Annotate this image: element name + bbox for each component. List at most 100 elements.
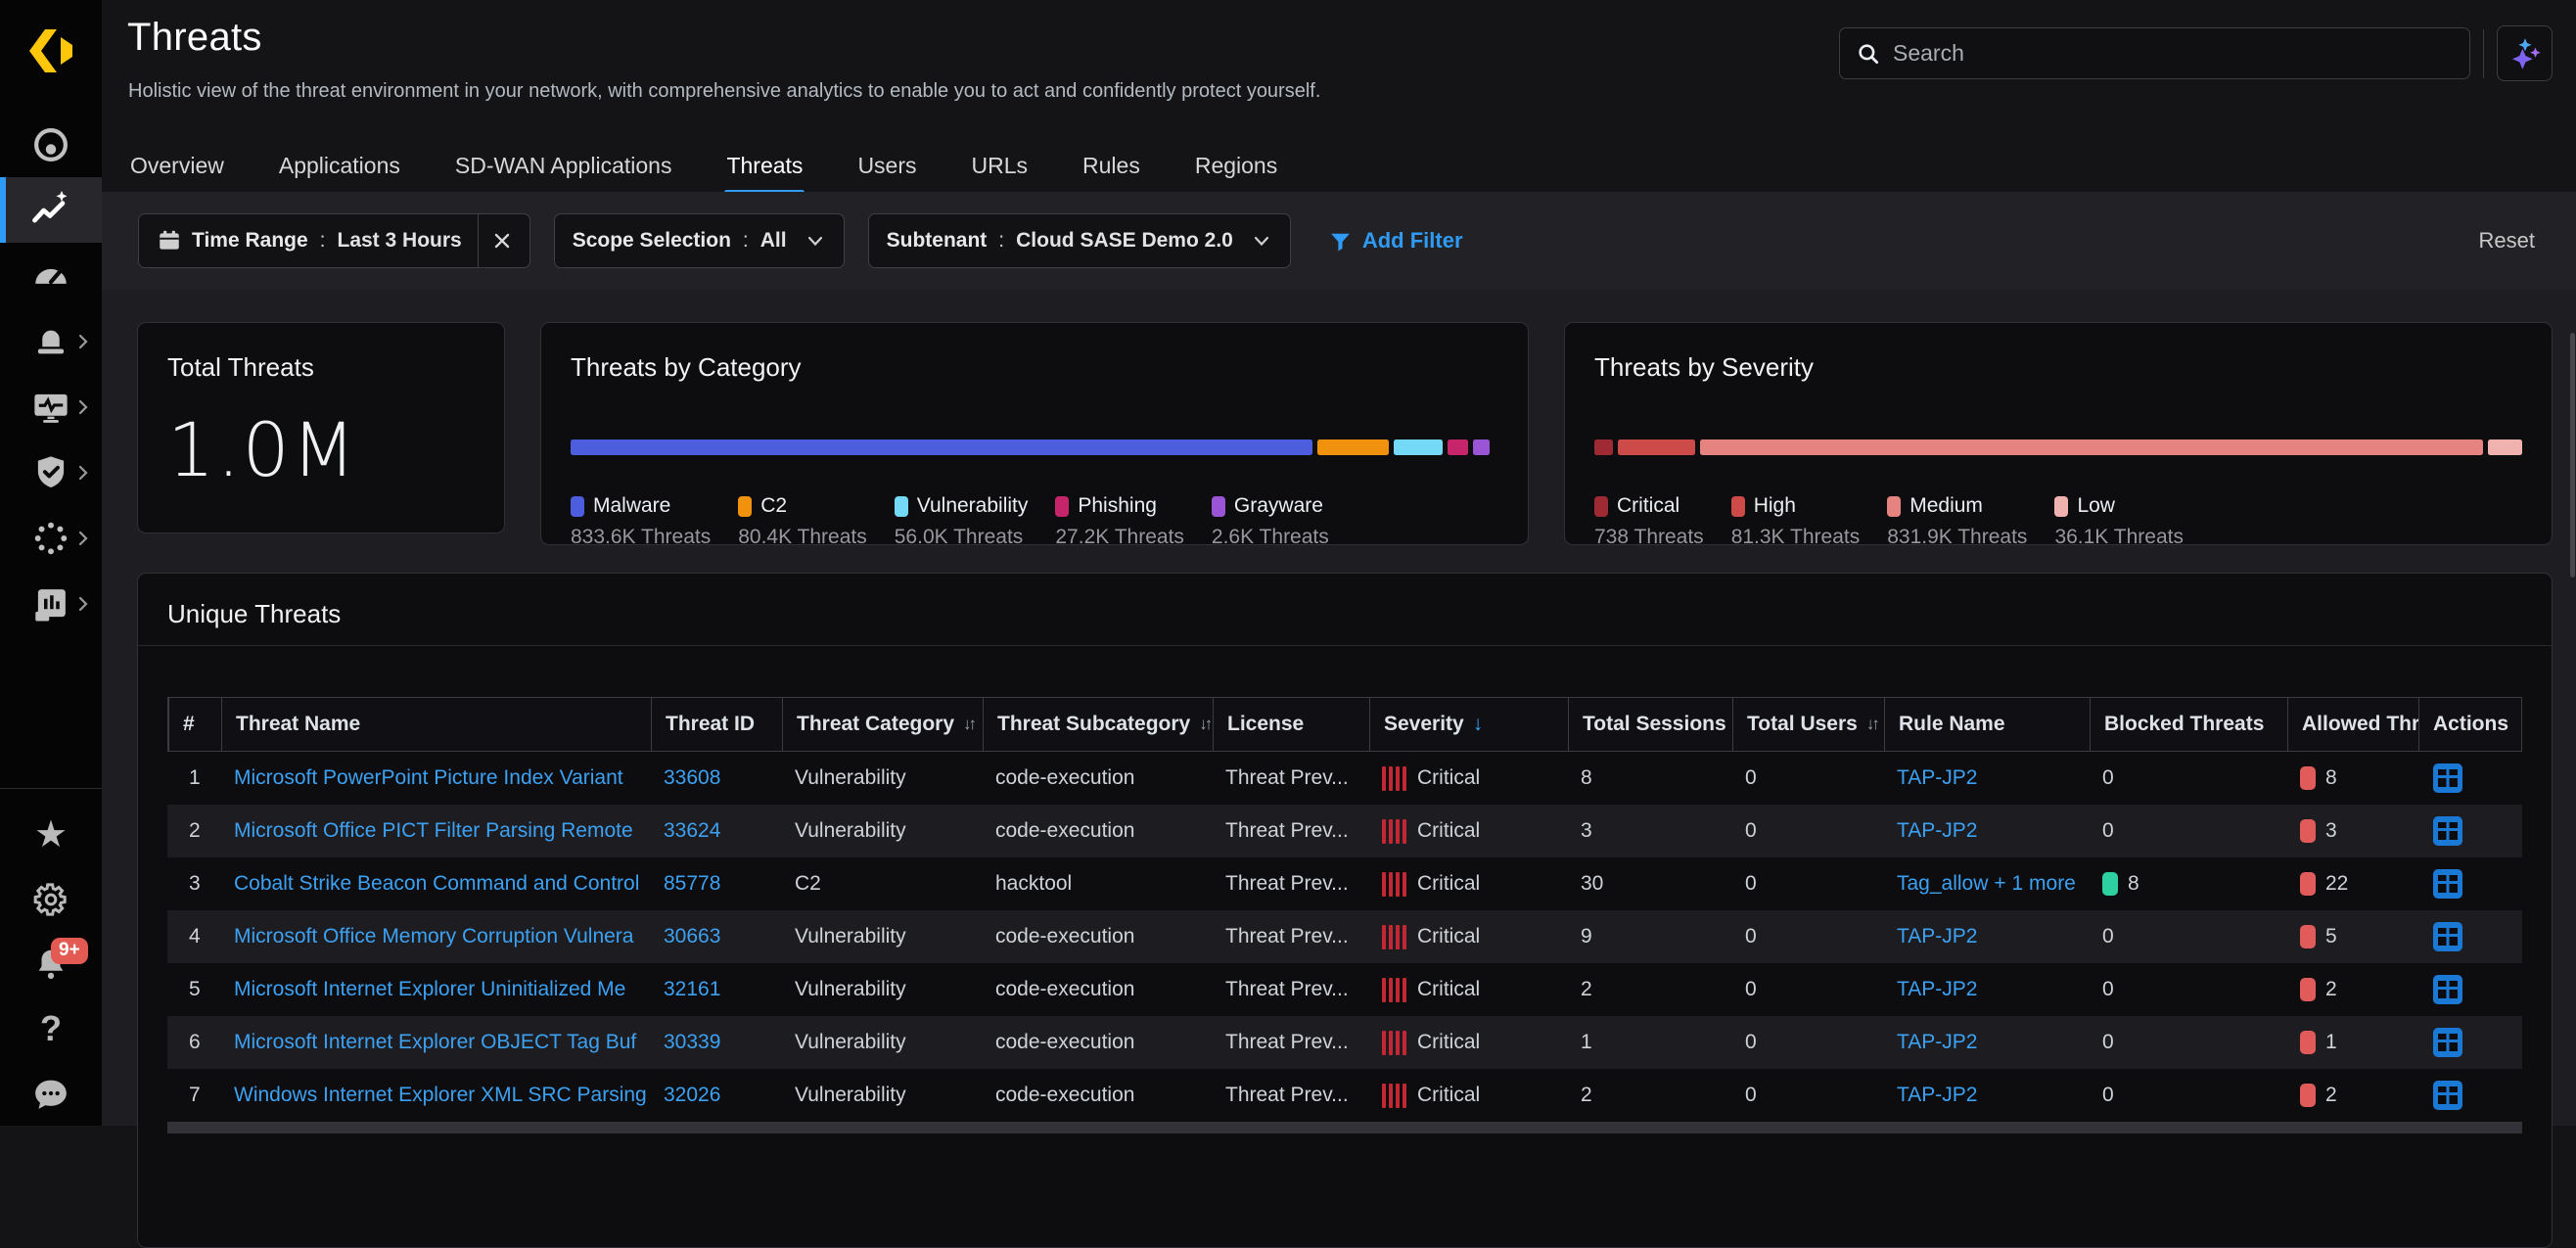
license: Threat Prev...: [1212, 857, 1368, 910]
rule-name-link[interactable]: TAP-JP2: [1897, 1084, 1977, 1107]
bar-segment: [571, 439, 1312, 455]
search-input[interactable]: [1893, 40, 2454, 67]
threat-id-link[interactable]: 30663: [664, 925, 720, 948]
threat-category: Vulnerability: [781, 910, 982, 963]
reset-filters-button[interactable]: Reset: [2479, 228, 2535, 254]
sidebar-item-help[interactable]: ?: [0, 996, 102, 1061]
bar-segment: [1473, 439, 1489, 455]
tab[interactable]: Applications: [277, 143, 402, 195]
actions-grid-icon[interactable]: [2431, 920, 2464, 953]
threat-name-link[interactable]: Microsoft Office PICT Filter Parsing Rem…: [234, 819, 633, 843]
scope-selection-filter-chip[interactable]: Scope Selection : All: [554, 213, 845, 268]
filter-label: Time Range: [192, 229, 308, 253]
tab[interactable]: Regions: [1193, 143, 1279, 195]
actions-grid-icon[interactable]: [2431, 814, 2464, 848]
filter-separator: :: [998, 229, 1004, 253]
column-header[interactable]: Threat Name ↓↑ ↓: [221, 698, 651, 751]
threat-name-link[interactable]: Windows Internet Explorer XML SRC Parsin…: [234, 1084, 647, 1107]
sidebar-item-settings[interactable]: [0, 867, 102, 932]
card-title: Total Threats: [167, 352, 475, 383]
threat-name-link[interactable]: Cobalt Strike Beacon Command and Control: [234, 872, 639, 896]
rule-more-link[interactable]: + 1 more: [1994, 872, 2075, 896]
dashboard-icon: [30, 255, 71, 297]
table-body: 1 Microsoft PowerPoint Picture Index Var…: [167, 752, 2522, 1122]
legend-item: Malware 833.6K Threats: [571, 494, 711, 549]
sidebar-item-activity-insights[interactable]: [0, 177, 102, 243]
threat-name-link[interactable]: Microsoft PowerPoint Picture Index Varia…: [234, 766, 623, 790]
tab[interactable]: Threats: [724, 143, 805, 195]
sidebar-item-alerts[interactable]: [0, 308, 102, 374]
rule-name-link[interactable]: TAP-JP2: [1897, 819, 1977, 843]
chevron-down-icon: [1251, 230, 1272, 252]
global-search[interactable]: [1839, 27, 2470, 79]
rule-name-link[interactable]: TAP-JP2: [1897, 766, 1977, 790]
column-header[interactable]: Total Users ↓↑ ↓: [1732, 698, 1884, 751]
sidebar-item-workflows[interactable]: [0, 505, 102, 571]
actions-grid-icon[interactable]: [2431, 762, 2464, 795]
actions-grid-icon[interactable]: [2431, 1026, 2464, 1059]
license: Threat Prev...: [1212, 752, 1368, 805]
page-subtitle: Holistic view of the threat environment …: [128, 80, 1320, 103]
tab[interactable]: Overview: [128, 143, 226, 195]
rule-name-link[interactable]: Tag_allow: [1897, 872, 1988, 896]
actions-grid-icon[interactable]: [2431, 867, 2464, 901]
legend-swatch: [1731, 496, 1745, 517]
column-header[interactable]: Allowed Threats ↓↑ ↓: [2287, 698, 2418, 751]
sidebar-item-dashboard[interactable]: [0, 243, 102, 308]
sidebar-item-reports[interactable]: [0, 571, 102, 636]
allowed-count: 5: [2325, 925, 2337, 948]
column-header[interactable]: Total Sessions ↓↑ ↓: [1568, 698, 1732, 751]
column-header[interactable]: Threat Subcategory ↓↑ ↓: [983, 698, 1213, 751]
subtenant-filter-chip[interactable]: Subtenant : Cloud SASE Demo 2.0: [868, 213, 1291, 268]
threat-id-link[interactable]: 33624: [664, 819, 720, 843]
threat-subcategory: code-execution: [982, 963, 1212, 1016]
threat-id-link[interactable]: 32161: [664, 978, 720, 1001]
sidebar-item-radar[interactable]: [0, 112, 102, 177]
add-filter-button[interactable]: Add Filter: [1328, 228, 1463, 254]
rule-name-link[interactable]: TAP-JP2: [1897, 925, 1977, 948]
sidebar-item-chat[interactable]: [0, 1061, 102, 1126]
legend-item: Low 36.1K Threats: [2054, 494, 2184, 549]
column-header[interactable]: Threat ID ↓↑ ↓: [651, 698, 782, 751]
actions-grid-icon[interactable]: [2431, 1079, 2464, 1112]
panw-logo[interactable]: [23, 23, 78, 78]
legend-item: Medium 831.9K Threats: [1887, 494, 2027, 549]
tab[interactable]: Rules: [1081, 143, 1142, 195]
column-header[interactable]: Actions ↓↑ ↓: [2418, 698, 2525, 751]
column-header[interactable]: Rule Name ↓↑ ↓: [1884, 698, 2090, 751]
sidebar-item-favorites[interactable]: ★: [0, 803, 102, 867]
threat-name-link[interactable]: Microsoft Internet Explorer Uninitialize…: [234, 978, 625, 1001]
rule-name-link[interactable]: TAP-JP2: [1897, 1031, 1977, 1054]
vertical-scrollbar[interactable]: [2570, 333, 2575, 578]
column-header[interactable]: Threat Category ↓↑ ↓: [782, 698, 983, 751]
time-range-filter-chip[interactable]: Time Range : Last 3 Hours: [138, 213, 530, 268]
sidebar-item-security-posture[interactable]: [0, 439, 102, 505]
threat-name-link[interactable]: Microsoft Office Memory Corruption Vulne…: [234, 925, 633, 948]
threat-id-link[interactable]: 85778: [664, 872, 720, 896]
sidebar-item-notifications[interactable]: 9+: [0, 932, 102, 996]
threat-id-link[interactable]: 30339: [664, 1031, 720, 1054]
threat-id-link[interactable]: 33608: [664, 766, 720, 790]
tab[interactable]: Users: [855, 143, 918, 195]
tab[interactable]: URLs: [970, 143, 1031, 195]
tab[interactable]: SD-WAN Applications: [453, 143, 674, 195]
column-header[interactable]: # ↓↑ ↓: [168, 698, 221, 751]
rule-name-link[interactable]: TAP-JP2: [1897, 978, 1977, 1001]
bar-segment: [1594, 439, 1613, 455]
sidebar-item-monitor-health[interactable]: [0, 374, 102, 439]
column-header[interactable]: Blocked Threats ↓↑ ↓: [2090, 698, 2287, 751]
legend-swatch: [738, 496, 752, 517]
remove-filter-button[interactable]: [478, 214, 512, 267]
row-number: 1: [167, 752, 220, 805]
severity-bars-icon: [1382, 1083, 1407, 1109]
filter-value: All: [760, 229, 787, 253]
legend-swatch: [1887, 496, 1901, 517]
column-header[interactable]: Severity ↓↑ ↓: [1369, 698, 1568, 751]
actions-grid-icon[interactable]: [2431, 973, 2464, 1006]
threat-id-link[interactable]: 32026: [664, 1084, 720, 1107]
alerts-siren-icon: [30, 321, 71, 362]
table-header: # ↓↑ ↓ Threat Name ↓↑ ↓ Threat ID ↓↑ ↓: [167, 697, 2522, 752]
threat-name-link[interactable]: Microsoft Internet Explorer OBJECT Tag B…: [234, 1031, 636, 1054]
column-header[interactable]: License ↓↑ ↓: [1213, 698, 1369, 751]
copilot-button[interactable]: [2497, 25, 2553, 81]
